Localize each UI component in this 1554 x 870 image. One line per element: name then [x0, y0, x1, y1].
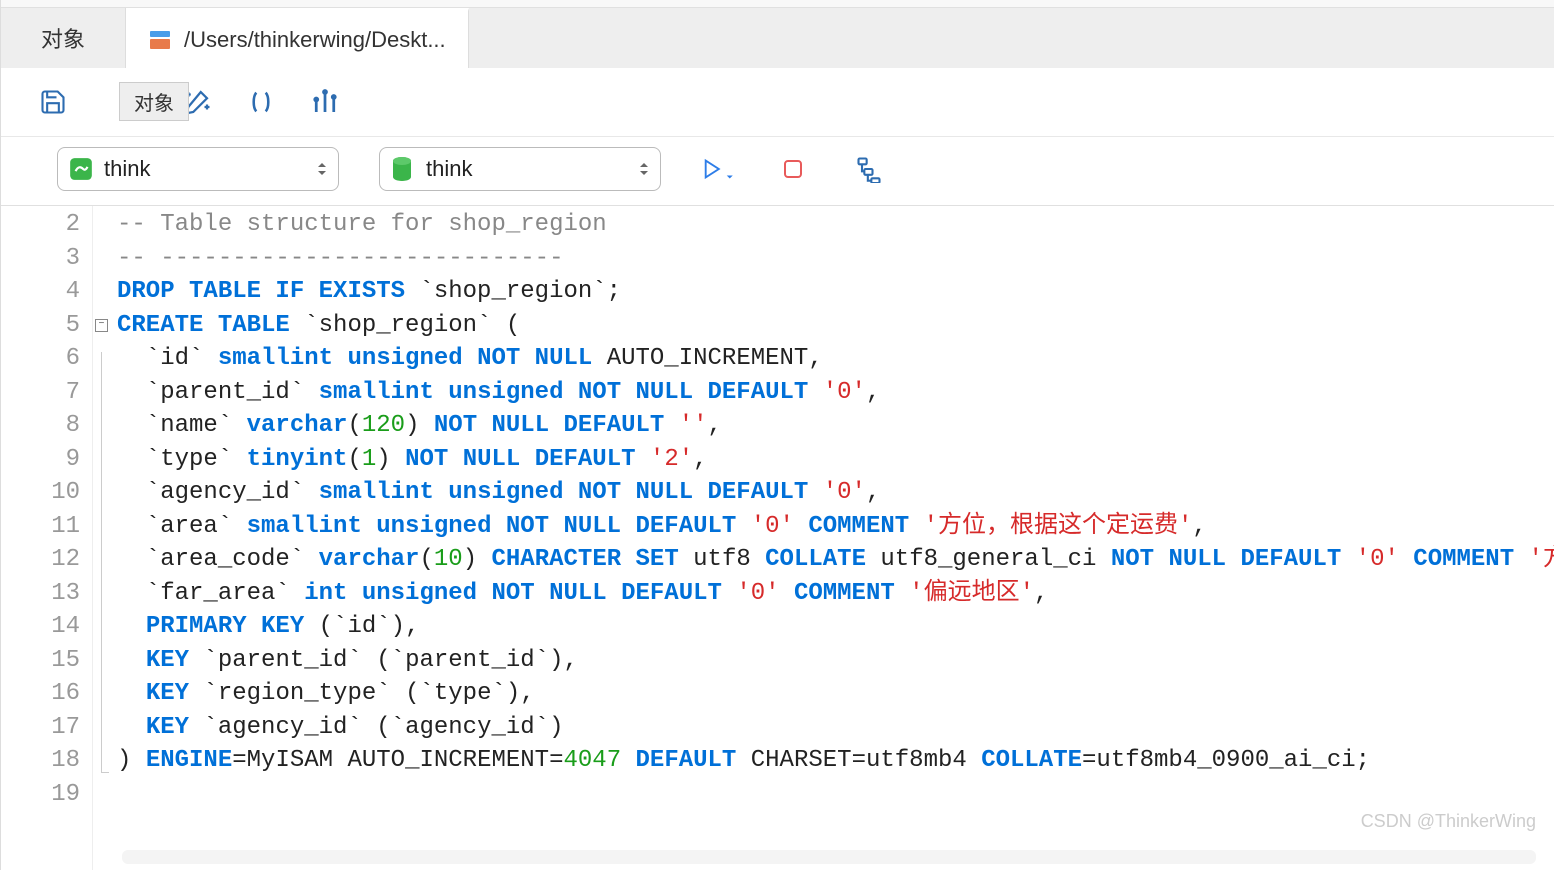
tooltip: 对象 — [119, 82, 189, 121]
sql-file-icon — [148, 28, 172, 52]
connection-dropdown[interactable]: think — [57, 147, 339, 191]
chevron-updown-icon — [638, 160, 650, 178]
tab-file[interactable]: /Users/thinkerwing/Deskt... — [126, 8, 469, 68]
stop-button[interactable] — [777, 153, 809, 185]
tab-bar: 对象 /Users/thinkerwing/Deskt... — [1, 8, 1554, 68]
line-number: 15 — [1, 644, 80, 678]
line-number: 5 — [1, 309, 80, 343]
line-number: 14 — [1, 610, 80, 644]
fold-gutter[interactable]: − — [93, 206, 111, 870]
code-line[interactable]: `id` smallint unsigned NOT NULL AUTO_INC… — [117, 342, 1554, 376]
code-line[interactable]: DROP TABLE IF EXISTS `shop_region`; — [117, 275, 1554, 309]
line-number: 13 — [1, 577, 80, 611]
line-number: 10 — [1, 476, 80, 510]
line-number: 4 — [1, 275, 80, 309]
line-number: 11 — [1, 510, 80, 544]
code-line[interactable]: KEY `region_type` (`type`), — [117, 677, 1554, 711]
code-line[interactable]: `area_code` varchar(10) CHARACTER SET ut… — [117, 543, 1554, 577]
toolbar: 对象 — [1, 68, 1554, 137]
line-number: 9 — [1, 443, 80, 477]
line-number: 17 — [1, 711, 80, 745]
explain-button[interactable] — [853, 153, 885, 185]
code-line[interactable]: -- Table structure for shop_region — [117, 208, 1554, 242]
code-line[interactable]: ) ENGINE=MyISAM AUTO_INCREMENT=4047 DEFA… — [117, 744, 1554, 778]
code-line[interactable]: KEY `agency_id` (`agency_id`) — [117, 711, 1554, 745]
code-line[interactable]: CREATE TABLE `shop_region` ( — [117, 309, 1554, 343]
parentheses-button[interactable] — [245, 86, 277, 118]
database-name: think — [426, 156, 628, 182]
code-line[interactable]: `far_area` int unsigned NOT NULL DEFAULT… — [117, 577, 1554, 611]
code-line[interactable]: `agency_id` smallint unsigned NOT NULL D… — [117, 476, 1554, 510]
code-content[interactable]: -- Table structure for shop_region-- ---… — [111, 206, 1554, 870]
top-menu-fragment — [1, 0, 1554, 8]
chevron-updown-icon — [316, 160, 328, 178]
chart-button[interactable] — [309, 86, 341, 118]
line-number-gutter: 2345678910111213141516171819 — [1, 206, 93, 870]
code-line[interactable]: `type` tinyint(1) NOT NULL DEFAULT '2', — [117, 443, 1554, 477]
line-number: 18 — [1, 744, 80, 778]
connection-bar: think think — [1, 137, 1554, 206]
line-number: 16 — [1, 677, 80, 711]
code-line[interactable]: KEY `parent_id` (`parent_id`), — [117, 644, 1554, 678]
connection-name: think — [104, 156, 306, 182]
horizontal-scrollbar[interactable] — [122, 850, 1536, 864]
line-number: 7 — [1, 376, 80, 410]
tab-objects-label: 对象 — [41, 22, 85, 54]
line-number: 8 — [1, 409, 80, 443]
connection-icon — [68, 156, 94, 182]
line-number: 2 — [1, 208, 80, 242]
code-line[interactable]: -- ---------------------------- — [117, 242, 1554, 276]
line-number: 19 — [1, 778, 80, 812]
code-line[interactable]: `area` smallint unsigned NOT NULL DEFAUL… — [117, 510, 1554, 544]
code-line[interactable]: PRIMARY KEY (`id`), — [117, 610, 1554, 644]
code-line[interactable]: `name` varchar(120) NOT NULL DEFAULT '', — [117, 409, 1554, 443]
run-button[interactable] — [701, 153, 733, 185]
code-editor[interactable]: 2345678910111213141516171819 − -- Table … — [1, 206, 1554, 870]
fold-toggle[interactable]: − — [95, 319, 108, 332]
save-button[interactable] — [37, 86, 69, 118]
tab-objects[interactable]: 对象 — [1, 8, 126, 68]
code-line[interactable]: `parent_id` smallint unsigned NOT NULL D… — [117, 376, 1554, 410]
line-number: 6 — [1, 342, 80, 376]
database-icon — [390, 156, 416, 182]
line-number: 12 — [1, 543, 80, 577]
code-line[interactable] — [117, 778, 1554, 812]
database-dropdown[interactable]: think — [379, 147, 661, 191]
tab-file-label: /Users/thinkerwing/Deskt... — [184, 27, 446, 53]
line-number: 3 — [1, 242, 80, 276]
watermark: CSDN @ThinkerWing — [1361, 811, 1536, 832]
